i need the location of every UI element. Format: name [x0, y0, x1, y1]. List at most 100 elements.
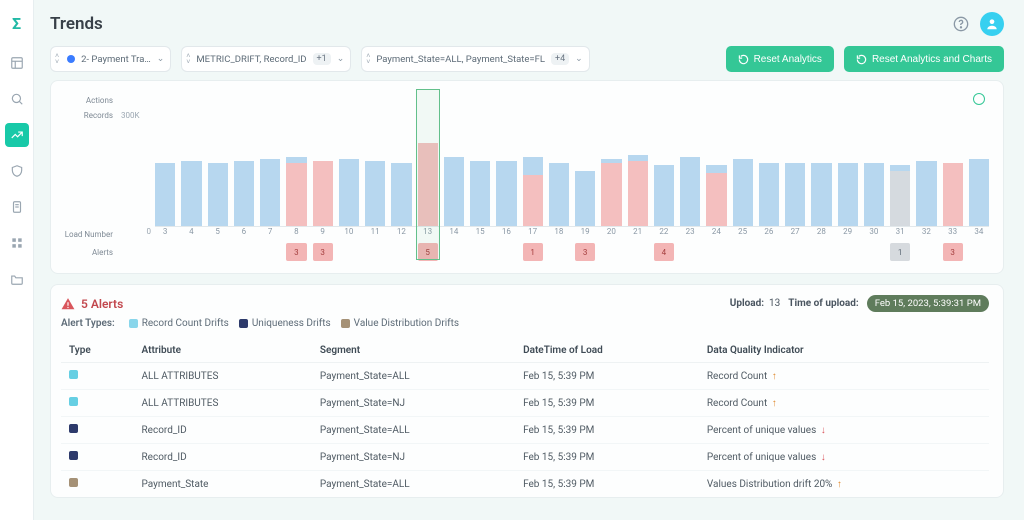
table-row[interactable]: Record_IDPayment_State=ALLFeb 15, 5:39 P… — [61, 417, 989, 444]
table-row[interactable]: ALL ATTRIBUTESPayment_State=ALLFeb 15, 5… — [61, 363, 989, 390]
chart-x-axis: 3456789101112131415161718192021222324252… — [155, 227, 989, 241]
cell-segment: Payment_State=ALL — [312, 363, 515, 390]
alert-count-cell[interactable]: 3 — [313, 243, 333, 261]
cell-segment: Payment_State=ALL — [312, 417, 515, 444]
cell-dq: Record Count ↑ — [699, 363, 989, 390]
alert-count-cell[interactable]: 4 — [654, 243, 674, 261]
arrow-down-icon: ↓ — [821, 452, 826, 463]
x-tick: 20 — [601, 227, 621, 241]
sidebar: Σ — [0, 0, 34, 520]
alert-count-cell[interactable] — [838, 243, 858, 261]
table-header[interactable]: Segment — [312, 339, 515, 363]
alert-count-cell[interactable]: 3 — [943, 243, 963, 261]
alert-count-cell[interactable] — [864, 243, 884, 261]
alert-count-cell[interactable] — [260, 243, 280, 261]
alert-count-cell[interactable] — [785, 243, 805, 261]
alert-count-cell[interactable] — [365, 243, 385, 261]
loadnum-label: Load Number — [61, 227, 117, 241]
cell-attribute: Record_ID — [134, 417, 312, 444]
sidebar-item-quality[interactable] — [5, 159, 29, 183]
page-title: Trends — [50, 14, 103, 34]
x-tick: 28 — [811, 227, 831, 241]
alert-count-cell[interactable] — [759, 243, 779, 261]
reset-analytics-button[interactable]: Reset Analytics — [726, 46, 834, 72]
table-header[interactable]: Attribute — [134, 339, 312, 363]
alert-count-cell[interactable] — [628, 243, 648, 261]
table-row[interactable]: Payment_StatePayment_State=ALLFeb 15, 5:… — [61, 471, 989, 498]
segment-selector[interactable]: ˄˅ Payment_State=ALL, Payment_State=FL +… — [361, 46, 589, 72]
alert-count-cell[interactable]: 1 — [523, 243, 543, 261]
reset-analytics-charts-button[interactable]: Reset Analytics and Charts — [844, 46, 1004, 72]
sidebar-item-explore[interactable] — [5, 87, 29, 111]
reset-charts-label: Reset Analytics and Charts — [872, 54, 992, 65]
table-header[interactable]: Type — [61, 339, 134, 363]
metric-selector[interactable]: ˄˅ METRIC_DRIFT, Record_ID +1 ⌄ — [181, 46, 351, 72]
alert-count-cell[interactable] — [549, 243, 569, 261]
x-tick: 11 — [365, 227, 385, 241]
legend-item: Value Distribution Drifts — [341, 318, 459, 329]
x-tick: 32 — [916, 227, 936, 241]
metric-label: METRIC_DRIFT, Record_ID — [196, 54, 306, 65]
alert-count-cell[interactable] — [444, 243, 464, 261]
alerts-heading: 5 Alerts — [61, 297, 123, 311]
alert-count-cell[interactable]: 1 — [890, 243, 910, 261]
x-tick: 33 — [943, 227, 963, 241]
alert-count-cell[interactable] — [470, 243, 490, 261]
cell-dq: Percent of unique values ↓ — [699, 417, 989, 444]
cell-segment: Payment_State=NJ — [312, 390, 515, 417]
alert-count-cell[interactable] — [208, 243, 228, 261]
alert-count-cell[interactable] — [601, 243, 621, 261]
chart-bars[interactable] — [155, 109, 989, 227]
sidebar-item-files[interactable] — [5, 267, 29, 291]
alert-count-cell[interactable] — [706, 243, 726, 261]
table-header[interactable]: DateTime of Load — [515, 339, 699, 363]
x-tick: 7 — [260, 227, 280, 241]
alert-count-cell[interactable] — [496, 243, 516, 261]
alert-icon — [61, 297, 75, 311]
avatar[interactable] — [980, 12, 1004, 36]
x-tick: 23 — [680, 227, 700, 241]
cell-datetime: Feb 15, 5:39 PM — [515, 417, 699, 444]
x-tick: 24 — [706, 227, 726, 241]
cell-dq: Percent of unique values ↓ — [699, 444, 989, 471]
x-tick: 22 — [654, 227, 674, 241]
x-tick: 25 — [733, 227, 753, 241]
legend-item: Uniqueness Drifts — [239, 318, 331, 329]
alert-count-cell[interactable]: 3 — [575, 243, 595, 261]
actions-label: Actions — [61, 91, 117, 109]
table-row[interactable]: ALL ATTRIBUTESPayment_State=NJFeb 15, 5:… — [61, 390, 989, 417]
cell-dq: Record Count ↑ — [699, 390, 989, 417]
arrow-up-icon: ↑ — [772, 398, 777, 409]
alert-count-cell[interactable] — [811, 243, 831, 261]
arrow-up-icon: ↑ — [837, 479, 842, 490]
chevron-down-icon: ⌄ — [575, 54, 583, 64]
alert-count-cell[interactable]: 3 — [286, 243, 306, 261]
segment-more-badge: +4 — [551, 53, 569, 65]
alert-count-cell[interactable] — [391, 243, 411, 261]
alert-count-cell[interactable] — [155, 243, 175, 261]
help-icon[interactable] — [950, 13, 972, 35]
x-tick: 31 — [890, 227, 910, 241]
x-tick: 3 — [155, 227, 175, 241]
dataset-selector[interactable]: ˄˅ 2- Payment Tra… ⌄ — [50, 46, 171, 72]
alert-count-cell[interactable] — [234, 243, 254, 261]
arrow-down-icon: ↓ — [821, 425, 826, 436]
upload-number: 13 — [769, 298, 780, 309]
chart-alerts-row: 33513413 — [155, 241, 989, 263]
sidebar-item-reports[interactable] — [5, 195, 29, 219]
alert-count-cell[interactable] — [181, 243, 201, 261]
sidebar-item-apps[interactable] — [5, 231, 29, 255]
alert-count-cell[interactable] — [339, 243, 359, 261]
dataset-label: 2- Payment Tra… — [81, 54, 151, 65]
table-row[interactable]: Record_IDPayment_State=NJFeb 15, 5:39 PM… — [61, 444, 989, 471]
x-tick: 14 — [444, 227, 464, 241]
type-swatch — [69, 397, 78, 406]
sidebar-item-trends[interactable] — [5, 123, 29, 147]
alert-count-cell[interactable] — [733, 243, 753, 261]
reset-label: Reset Analytics — [754, 54, 822, 65]
alert-count-cell[interactable] — [969, 243, 989, 261]
sidebar-item-dashboards[interactable] — [5, 51, 29, 75]
table-header[interactable]: Data Quality Indicator — [699, 339, 989, 363]
alert-count-cell[interactable] — [916, 243, 936, 261]
alert-count-cell[interactable] — [680, 243, 700, 261]
